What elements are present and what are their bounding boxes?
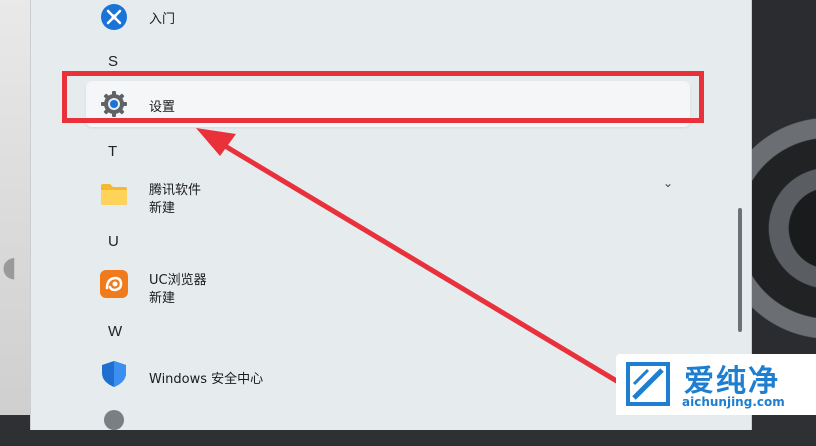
annotation-arrow bbox=[196, 128, 643, 398]
watermark-url: aichunjing.com bbox=[682, 395, 785, 409]
watermark-title: 爱纯净 bbox=[684, 364, 780, 399]
watermark-logo-icon bbox=[624, 360, 672, 408]
watermark: 爱纯净 aichunjing.com bbox=[616, 354, 816, 415]
